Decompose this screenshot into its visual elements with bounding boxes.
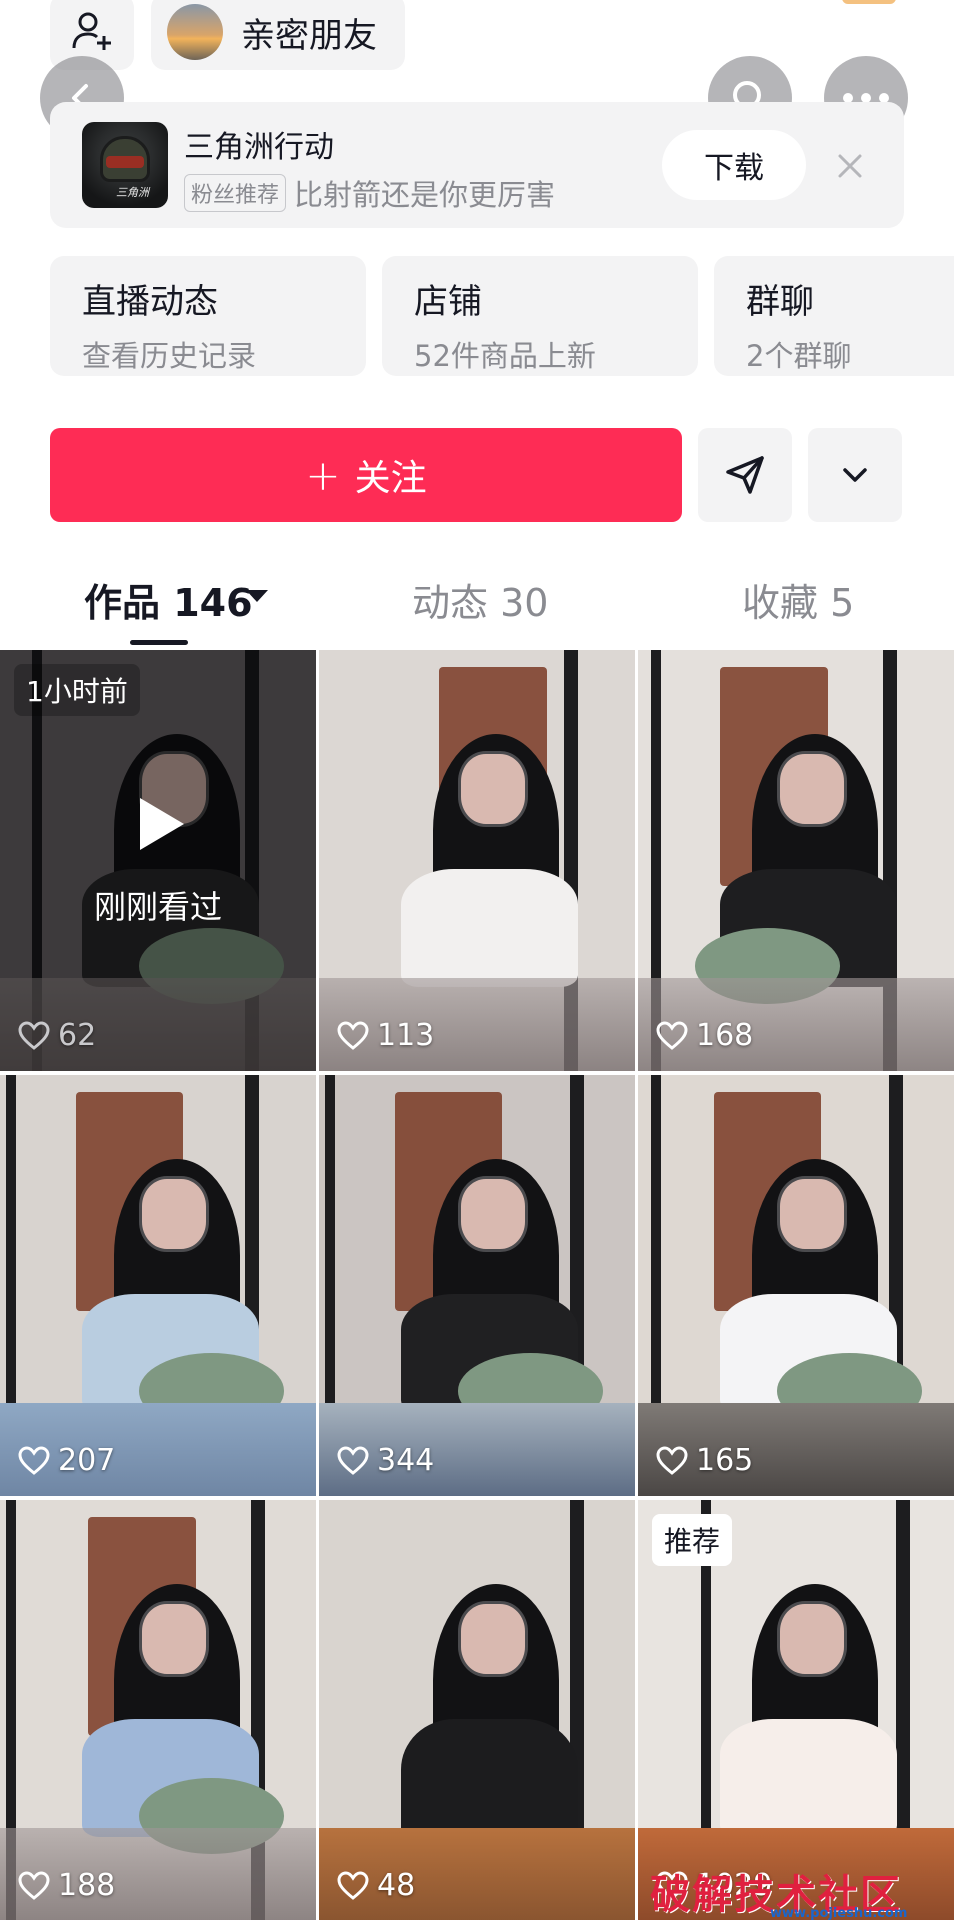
like-count: 344 — [337, 1443, 434, 1478]
heart-icon — [337, 1870, 369, 1900]
caret-down-icon[interactable] — [246, 590, 268, 602]
tab-favorites[interactable]: 收藏 5 — [742, 572, 854, 627]
video-tile[interactable]: 48 — [319, 1500, 635, 1920]
send-icon — [726, 456, 764, 494]
like-count: 207 — [18, 1443, 115, 1478]
close-friends-avatar — [167, 4, 223, 60]
like-count: 165 — [656, 1443, 753, 1478]
like-count: 48 — [337, 1868, 415, 1903]
heart-icon — [18, 1870, 50, 1900]
plus-icon: + — [305, 450, 341, 500]
close-friends-chip[interactable]: 亲密朋友 — [151, 0, 405, 70]
tab-works[interactable]: 作品 146 — [84, 572, 253, 627]
heart-icon — [337, 1445, 369, 1475]
live-history-subtitle: 查看历史记录 — [82, 339, 257, 373]
group-chat-title: 群聊 — [746, 282, 814, 322]
like-count: 62 — [18, 1018, 96, 1053]
ad-description: 比射箭还是你更厉害 — [294, 178, 556, 212]
follow-button[interactable]: + 关注 — [50, 428, 682, 522]
fan-recommend-badge: 粉丝推荐 — [184, 174, 287, 212]
like-count: 168 — [656, 1018, 753, 1053]
site-watermark-url: www.pojieshu.com — [770, 1906, 908, 1920]
shop-title: 店铺 — [414, 282, 482, 322]
corner-badge — [842, 0, 896, 4]
ad-subtitle: 粉丝推荐 比射箭还是你更厉害 — [184, 172, 555, 214]
recommended-tag: 推荐 — [652, 1514, 733, 1566]
heart-icon — [656, 1445, 688, 1475]
share-button[interactable] — [698, 428, 792, 522]
video-tile[interactable]: 1小时前 刚刚看过 62 — [0, 650, 316, 1071]
live-history-title: 直播动态 — [82, 282, 218, 322]
close-friends-label: 亲密朋友 — [241, 15, 377, 56]
live-history-card[interactable]: 直播动态 查看历史记录 — [50, 256, 366, 376]
add-friend-icon — [72, 12, 111, 50]
video-tile[interactable]: 207 — [0, 1075, 316, 1496]
ad-logo-text: 三角洲 — [116, 186, 149, 199]
recently-viewed-label: 刚刚看过 — [93, 888, 222, 926]
time-tag: 1小时前 — [14, 664, 140, 716]
like-count: 113 — [337, 1018, 434, 1053]
download-button[interactable]: 下载 — [662, 130, 806, 200]
like-count: 188 — [18, 1868, 115, 1903]
heart-icon — [656, 1020, 688, 1050]
shop-subtitle: 52件商品上新 — [414, 339, 596, 373]
expand-recommend-button[interactable] — [808, 428, 902, 522]
shop-card[interactable]: 店铺 52件商品上新 — [382, 256, 698, 376]
ad-game-thumbnail[interactable]: 三角洲 — [82, 122, 168, 208]
video-tile[interactable]: 113 — [319, 650, 635, 1071]
video-tile[interactable]: 344 — [319, 1075, 635, 1496]
heart-icon — [337, 1020, 369, 1050]
video-tile[interactable]: 188 — [0, 1500, 316, 1920]
video-grid: 1小时前 刚刚看过 62 113 168 207 344 165 188 48 … — [0, 650, 954, 1920]
heart-icon — [18, 1445, 50, 1475]
video-tile[interactable]: 165 — [638, 1075, 954, 1496]
tab-moments[interactable]: 动态 30 — [412, 572, 548, 627]
ad-title[interactable]: 三角洲行动 — [184, 122, 334, 166]
play-icon — [140, 798, 184, 850]
video-tile[interactable]: 推荐 1029 — [638, 1500, 954, 1920]
group-chat-subtitle: 2个群聊 — [746, 339, 852, 373]
chevron-down-icon — [843, 468, 867, 482]
video-tile[interactable]: 168 — [638, 650, 954, 1071]
tab-active-indicator — [130, 640, 188, 645]
group-chat-card[interactable]: 群聊 2个群聊 — [714, 256, 954, 376]
close-icon — [838, 154, 862, 178]
follow-label: 关注 — [354, 458, 427, 499]
ad-close-button[interactable] — [832, 148, 868, 184]
heart-icon — [18, 1020, 50, 1050]
